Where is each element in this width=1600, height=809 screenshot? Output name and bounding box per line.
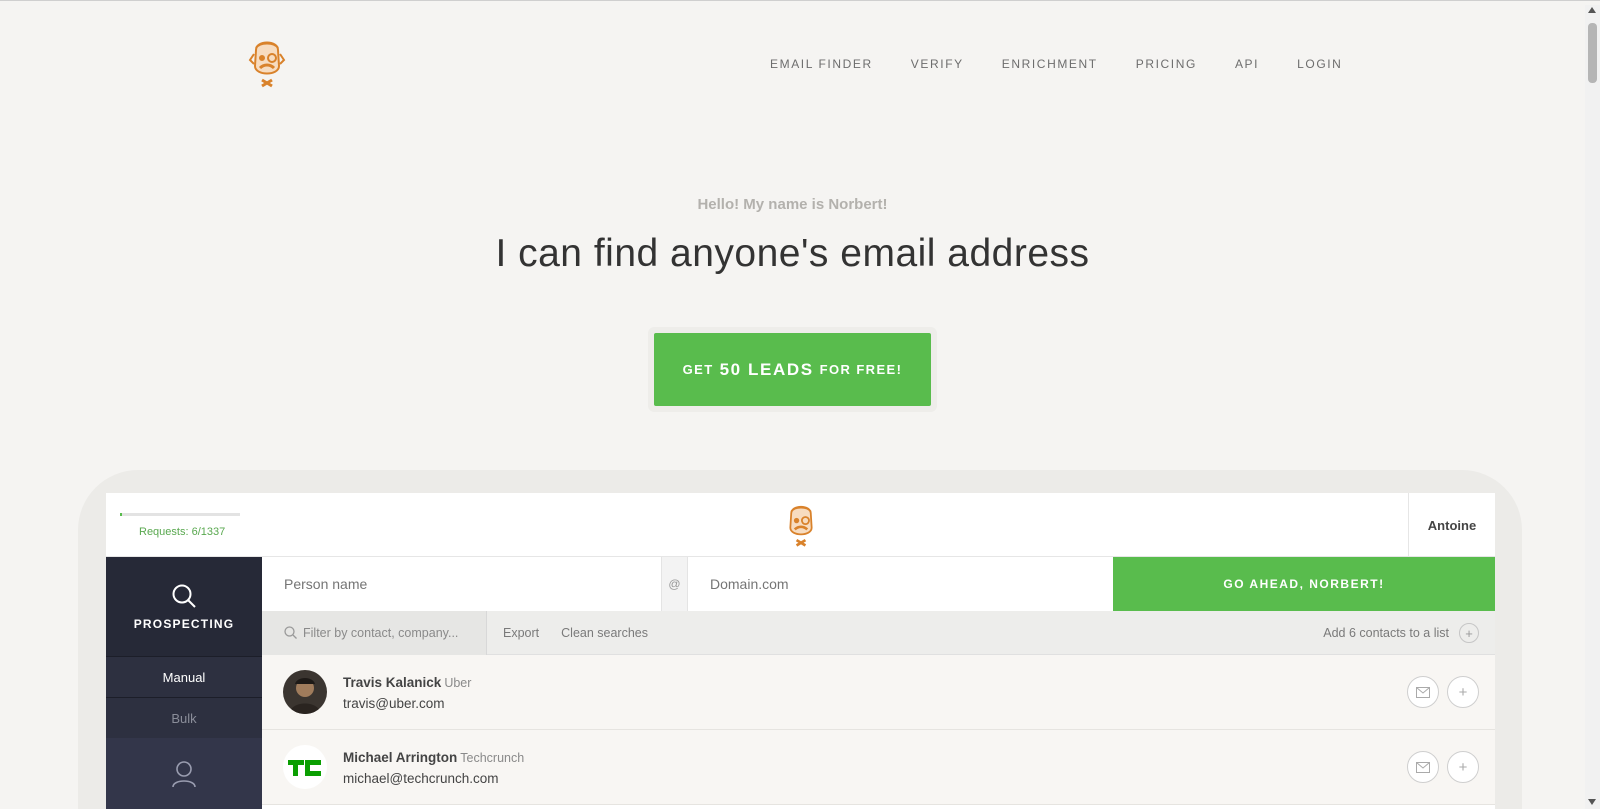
requests-counter: Requests: 6/1337 <box>139 526 226 538</box>
user-menu[interactable]: Antoine <box>1408 493 1495 557</box>
nav-api[interactable]: API <box>1235 57 1259 71</box>
search-form: @ GO AHEAD, NORBERT! <box>262 557 1495 611</box>
scroll-up-icon[interactable] <box>1588 7 1596 13</box>
person-name-input[interactable] <box>262 557 661 611</box>
nav-login[interactable]: LOGIN <box>1297 57 1342 71</box>
add-contact-button[interactable]: + <box>1447 676 1479 708</box>
domain-input[interactable] <box>688 557 1113 611</box>
person-photo-icon <box>283 670 327 714</box>
contact-info: Travis Kalanick Uber travis@uber.com <box>343 674 471 711</box>
row-actions: + <box>1407 751 1479 783</box>
send-email-button[interactable] <box>1407 676 1439 708</box>
hero-headline: I can find anyone's email address <box>495 232 1090 275</box>
nav-pricing[interactable]: PRICING <box>1136 57 1197 71</box>
export-link[interactable]: Export <box>503 626 539 640</box>
sidebar-item-manual[interactable]: Manual <box>106 656 262 697</box>
cta-highlight: 50 LEADS <box>719 359 814 379</box>
envelope-icon <box>1416 686 1430 698</box>
page-scrollbar[interactable] <box>1585 5 1600 809</box>
contact-row[interactable]: Travis Kalanick Uber travis@uber.com + <box>262 655 1495 730</box>
plus-icon: + <box>1458 758 1468 776</box>
add-to-list[interactable]: Add 6 contacts to a list + <box>1323 611 1479 655</box>
plus-icon[interactable]: + <box>1459 623 1479 643</box>
contact-name: Travis Kalanick <box>343 674 442 690</box>
at-separator: @ <box>661 557 688 611</box>
norbert-face-icon <box>789 505 813 547</box>
contact-name: Michael Arrington <box>343 749 458 765</box>
browser-top-border <box>0 0 1600 5</box>
contact-info: Michael Arrington Techcrunch michael@tech… <box>343 749 524 786</box>
envelope-icon <box>1416 761 1430 773</box>
cta-prefix: GET <box>682 362 714 377</box>
contact-company: Techcrunch <box>460 750 525 765</box>
contact-email: travis@uber.com <box>343 695 445 711</box>
contact-email: michael@techcrunch.com <box>343 770 499 786</box>
contact-row[interactable]: Michael Arrington Techcrunch michael@tech… <box>262 730 1495 805</box>
norbert-logo[interactable] <box>246 36 288 90</box>
add-contact-button[interactable]: + <box>1447 751 1479 783</box>
clean-searches-link[interactable]: Clean searches <box>561 626 648 640</box>
row-actions: + <box>1407 676 1479 708</box>
send-email-button[interactable] <box>1407 751 1439 783</box>
main-nav: EMAIL FINDER VERIFY ENRICHMENT PRICING A… <box>770 57 1380 71</box>
sidebar-item-prospecting[interactable]: PROSPECTING <box>106 557 262 656</box>
search-icon <box>172 584 196 608</box>
scroll-down-icon[interactable] <box>1588 799 1596 805</box>
avatar <box>283 670 327 714</box>
nav-email-finder[interactable]: EMAIL FINDER <box>770 57 873 71</box>
filter-input[interactable]: Filter by contact, company... <box>262 610 487 655</box>
sidebar-prospecting-label: PROSPECTING <box>133 616 235 631</box>
sidebar-item-contacts[interactable] <box>106 738 262 809</box>
norbert-face-icon <box>248 41 286 88</box>
plus-icon: + <box>1458 683 1468 701</box>
app-logo[interactable] <box>782 501 820 549</box>
cta-suffix: FOR FREE! <box>819 362 903 377</box>
app-main: @ GO AHEAD, NORBERT! Filter by contact, … <box>262 557 1495 809</box>
sidebar-item-bulk[interactable]: Bulk <box>106 697 262 738</box>
get-leads-button[interactable]: GET 50 LEADS FOR FREE! <box>654 333 931 406</box>
go-ahead-button[interactable]: GO AHEAD, NORBERT! <box>1113 557 1495 611</box>
nav-enrichment[interactable]: ENRICHMENT <box>1002 57 1098 71</box>
scroll-thumb[interactable] <box>1588 23 1597 83</box>
techcrunch-logo-icon <box>283 745 327 789</box>
results-toolbar: Filter by contact, company... Export Cle… <box>262 610 1495 655</box>
avatar <box>283 745 327 789</box>
add-to-list-label: Add 6 contacts to a list <box>1323 626 1449 640</box>
hero-greeting: Hello! My name is Norbert! <box>697 196 888 213</box>
contact-company: Uber <box>444 675 472 690</box>
app-header: Requests: 6/1337 Antoine <box>106 493 1495 557</box>
search-icon <box>284 626 297 639</box>
requests-progress-bar <box>120 513 240 516</box>
nav-verify[interactable]: VERIFY <box>911 57 964 71</box>
user-icon <box>172 761 196 788</box>
filter-placeholder: Filter by contact, company... <box>303 625 459 640</box>
app-sidebar: PROSPECTING Manual Bulk <box>106 557 262 809</box>
app-preview: Requests: 6/1337 Antoine PROSPECTING Man… <box>106 493 1495 809</box>
